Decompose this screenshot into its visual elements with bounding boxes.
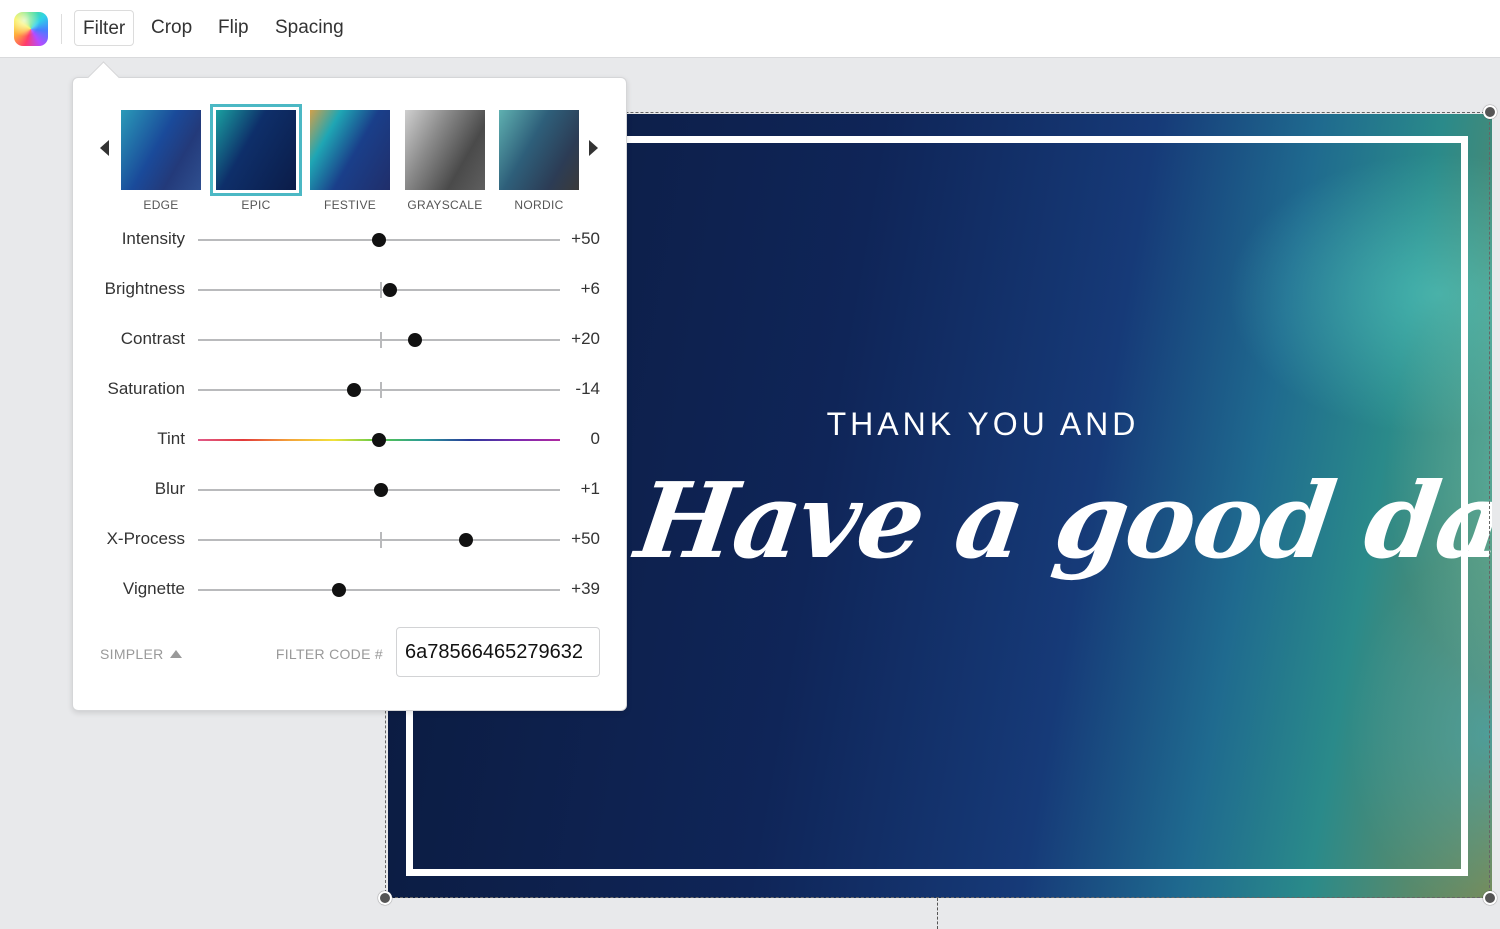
tab-filter[interactable]: Filter	[74, 10, 135, 46]
x-process-slider-track[interactable]	[198, 539, 560, 541]
x-process-center-tick	[380, 532, 382, 548]
simpler-toggle[interactable]: SIMPLER	[100, 646, 182, 662]
tint-value: 0	[590, 429, 600, 448]
tab-crop[interactable]: Crop	[143, 10, 200, 46]
tab-spacing[interactable]: Spacing	[267, 10, 352, 46]
blur-value: +1	[580, 479, 600, 498]
center-guide-line	[937, 898, 938, 929]
filter-label-grayscale: GRAYSCALE	[407, 198, 483, 212]
toolbar-divider	[61, 14, 62, 44]
brightness-value: +6	[580, 279, 600, 298]
chevron-right-icon[interactable]	[589, 140, 598, 156]
vignette-slider-track[interactable]	[198, 589, 560, 591]
filter-panel: EDGE EPIC FESTIVE GRAYSCALE NORDIC Inten…	[72, 61, 627, 711]
brightness-label: Brightness	[104, 279, 185, 298]
app-logo-icon[interactable]	[14, 12, 48, 46]
x-process-value: +50	[571, 529, 600, 548]
blur-slider-knob[interactable]	[373, 483, 388, 497]
resize-handle-top-right[interactable]	[1483, 105, 1497, 119]
filter-thumb-nordic[interactable]	[499, 110, 579, 190]
contrast-slider-track[interactable]	[198, 339, 560, 341]
intensity-slider-knob[interactable]	[372, 233, 386, 247]
contrast-label: Contrast	[120, 329, 185, 348]
x-process-label: X-Process	[106, 529, 185, 548]
brightness-slider-knob[interactable]	[382, 283, 397, 297]
top-toolbar: Filter Crop Flip Spacing	[0, 0, 1500, 58]
filter-label-edge: EDGE	[143, 198, 179, 212]
filter-label-epic: EPIC	[241, 198, 271, 212]
saturation-slider-knob[interactable]	[346, 383, 361, 397]
contrast-center-tick	[380, 332, 382, 348]
contrast-value: +20	[571, 329, 600, 348]
vignette-value: +39	[571, 579, 600, 598]
tab-flip[interactable]: Flip	[210, 10, 257, 46]
saturation-slider-track[interactable]	[198, 389, 560, 391]
filter-label-nordic: NORDIC	[514, 198, 564, 212]
filter-thumb-edge[interactable]	[121, 110, 201, 190]
saturation-value: -14	[575, 379, 600, 398]
saturation-center-tick	[380, 382, 382, 398]
filter-code-label: FILTER CODE #	[275, 646, 383, 662]
intensity-value: +50	[571, 229, 600, 248]
simpler-label: SIMPLER	[100, 646, 164, 662]
vignette-slider-knob[interactable]	[332, 583, 347, 597]
panel-pointer	[87, 61, 120, 94]
filter-thumb-epic[interactable]	[210, 104, 302, 196]
tint-label: Tint	[157, 429, 185, 448]
caret-up-icon	[169, 650, 182, 658]
tint-slider-knob[interactable]	[372, 433, 386, 447]
intensity-label: Intensity	[121, 229, 185, 248]
brightness-center-tick	[380, 282, 382, 298]
resize-handle-bottom-right[interactable]	[1483, 891, 1497, 905]
filter-code-input[interactable]: 6a78566465279632	[396, 627, 600, 677]
filter-thumb-grayscale[interactable]	[405, 110, 485, 190]
filter-label-festive: FESTIVE	[323, 198, 377, 212]
filter-thumb-festive[interactable]	[310, 110, 390, 190]
resize-handle-bottom-left[interactable]	[378, 891, 392, 905]
contrast-slider-knob[interactable]	[408, 333, 423, 347]
x-process-slider-knob[interactable]	[458, 533, 473, 547]
chevron-left-icon[interactable]	[100, 140, 109, 156]
blur-label: Blur	[154, 479, 185, 498]
saturation-label: Saturation	[107, 379, 186, 398]
vignette-label: Vignette	[122, 579, 185, 598]
brightness-slider-track[interactable]	[198, 289, 560, 291]
